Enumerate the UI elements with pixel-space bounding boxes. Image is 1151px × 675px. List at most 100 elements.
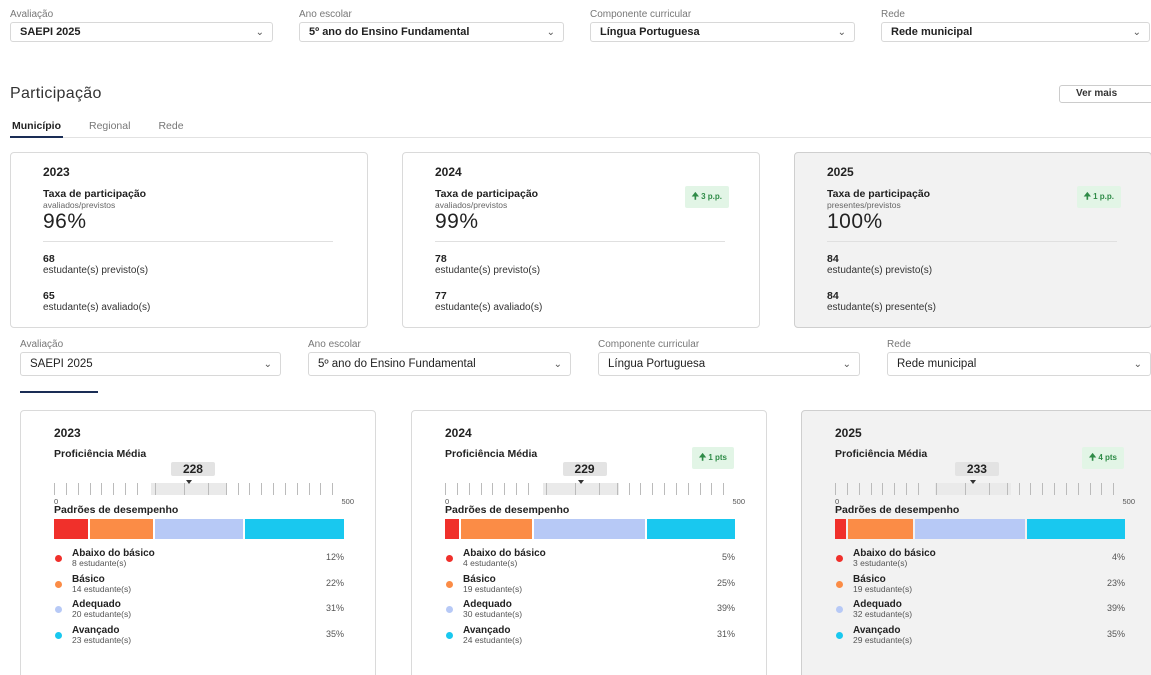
- level-name: Avançado: [463, 624, 511, 636]
- filter-1: Ano escolar 5º ano do Ensino Fundamental ⌄: [308, 339, 571, 376]
- padroes-label: Padrões de desempenho: [835, 504, 960, 516]
- scale-tick: [1018, 483, 1020, 495]
- tab-rede[interactable]: Rede: [156, 116, 185, 138]
- level-pct: 35%: [1106, 628, 1125, 639]
- scale-tick: [101, 483, 103, 495]
- taxa-label: Taxa de participação: [435, 188, 539, 200]
- chevron-down-icon: ⌄: [546, 27, 555, 38]
- level-count: 4 estudante(s): [463, 558, 518, 568]
- scale-max: 500: [1122, 497, 1135, 506]
- scale-band: [542, 483, 619, 495]
- previstos-count: 68: [43, 253, 55, 265]
- scale-tick: [516, 483, 518, 495]
- arrow-up-icon: 🠉: [1083, 191, 1092, 201]
- filter-value: Língua Portuguesa: [608, 358, 706, 370]
- ver-mais-button[interactable]: Ver mais: [1059, 85, 1151, 103]
- scale-tick: [1077, 483, 1079, 495]
- level-name: Avançado: [72, 624, 120, 636]
- level-pct: 23%: [1106, 577, 1125, 588]
- legend-item-abaixo: Abaixo do básico 3 estudante(s) 4%: [835, 549, 1125, 575]
- level-count: 30 estudante(s): [463, 609, 523, 619]
- scale-tick: [154, 483, 156, 495]
- avaliados-count: 65: [43, 290, 55, 302]
- scale-tick: [675, 483, 677, 495]
- level-count: 29 estudante(s): [853, 634, 913, 645]
- scale-min: 0: [54, 497, 59, 506]
- legend-item-adequado: Adequado 30 estudante(s) 39%: [445, 600, 735, 626]
- legend-dot: [836, 631, 843, 639]
- legend-dot: [446, 555, 453, 562]
- bar-segment-abaixo: [835, 519, 847, 539]
- scale-tick: [65, 483, 67, 495]
- scale-tick: [640, 483, 642, 495]
- scale-tick: [89, 483, 91, 495]
- chevron-down-icon: ⌄: [263, 359, 272, 370]
- scale-tick: [225, 483, 227, 495]
- scale-tick: [545, 483, 547, 495]
- level-count: 19 estudante(s): [853, 583, 913, 594]
- level-pct: 39%: [1106, 603, 1125, 613]
- level-pct: 39%: [716, 603, 735, 613]
- proficiency-scale: 233 0 500: [835, 462, 1135, 506]
- scale-tick: [77, 483, 79, 495]
- card-year: 2024: [445, 426, 472, 440]
- scale-tick: [894, 483, 896, 495]
- scale-min: 0: [445, 497, 450, 506]
- level-pct: 4%: [1111, 552, 1125, 562]
- scale-tick: [711, 483, 713, 495]
- avaliados-count: 84: [827, 290, 839, 302]
- scale-tick: [54, 483, 55, 495]
- level-pct: 35%: [325, 628, 344, 639]
- filter-select[interactable]: SAEPI 2025 ⌄: [20, 352, 281, 376]
- legend-dot: [55, 606, 62, 613]
- legend-item-basico: Básico 14 estudante(s) 22%: [54, 574, 344, 601]
- filter-select[interactable]: Língua Portuguesa ⌄: [590, 22, 855, 42]
- tab-regional[interactable]: Regional: [87, 116, 132, 138]
- level-pct: 31%: [325, 603, 344, 613]
- scale-tick: [1089, 483, 1091, 495]
- filter-select[interactable]: 5º ano do Ensino Fundamental ⌄: [308, 352, 571, 376]
- filters-top: Avaliação SAEPI 2025 ⌄ Ano escolar 5º ano do…: [10, 9, 1151, 42]
- performance-bar: [54, 519, 344, 539]
- delta-value: 1 pts: [708, 453, 727, 462]
- scale-tick: [664, 483, 666, 495]
- scale-tick: [917, 483, 919, 495]
- legend-item-avancado: Avançado 24 estudante(s) 31%: [445, 624, 735, 652]
- scale-tick: [492, 483, 494, 495]
- level-count: 3 estudante(s): [853, 558, 908, 568]
- legend-dot: [446, 631, 453, 639]
- padroes-label: Padrões de desempenho: [445, 504, 570, 516]
- filters-bottom: Avaliação SAEPI 2025 ⌄ Ano escolar 5º ano do…: [20, 339, 1151, 376]
- filter-select[interactable]: SAEPI 2025 ⌄: [10, 22, 273, 42]
- scale-tick: [723, 483, 725, 495]
- filter-3: Rede Rede municipal ⌄: [887, 339, 1151, 376]
- performance-bar: [445, 519, 735, 539]
- scale-tick: [113, 483, 115, 495]
- avaliados-label: estudante(s) avaliado(s): [43, 302, 151, 313]
- filter-label: Avaliação: [10, 9, 54, 20]
- filter-label: Avaliação: [20, 339, 64, 350]
- taxa-value: 99%: [435, 210, 479, 233]
- filter-select[interactable]: Rede municipal ⌄: [887, 352, 1151, 376]
- tab-municipio[interactable]: Município: [10, 116, 63, 138]
- legend-item-adequado: Adequado 20 estudante(s) 31%: [54, 600, 344, 626]
- chevron-down-icon: ⌄: [553, 359, 562, 370]
- level-count: 19 estudante(s): [463, 583, 523, 594]
- proficiency-card-2023: 2023 Proficiência Média 228 0 500 Padrões de …: [20, 410, 376, 675]
- filter-value: SAEPI 2025: [20, 26, 81, 38]
- proficiencia-label: Proficiência Média: [445, 448, 538, 460]
- scale-tick: [935, 483, 937, 495]
- scale-tick: [1006, 483, 1008, 495]
- value-pointer: [577, 480, 584, 484]
- filter-select[interactable]: Rede municipal ⌄: [881, 22, 1150, 42]
- divider: [435, 241, 725, 242]
- level-pct: 22%: [325, 577, 344, 588]
- delta-badge: 🠉 1 p.p.: [1076, 186, 1121, 208]
- chevron-down-icon: ⌄: [842, 359, 851, 370]
- filter-select[interactable]: Língua Portuguesa ⌄: [598, 352, 860, 376]
- delta-value: 3 p.p.: [701, 192, 722, 201]
- level-pct: 25%: [716, 577, 735, 588]
- level-name: Avançado: [853, 624, 901, 636]
- filter-select[interactable]: 5º ano do Ensino Fundamental ⌄: [299, 22, 564, 42]
- delta-value: 1 p.p.: [1093, 192, 1114, 201]
